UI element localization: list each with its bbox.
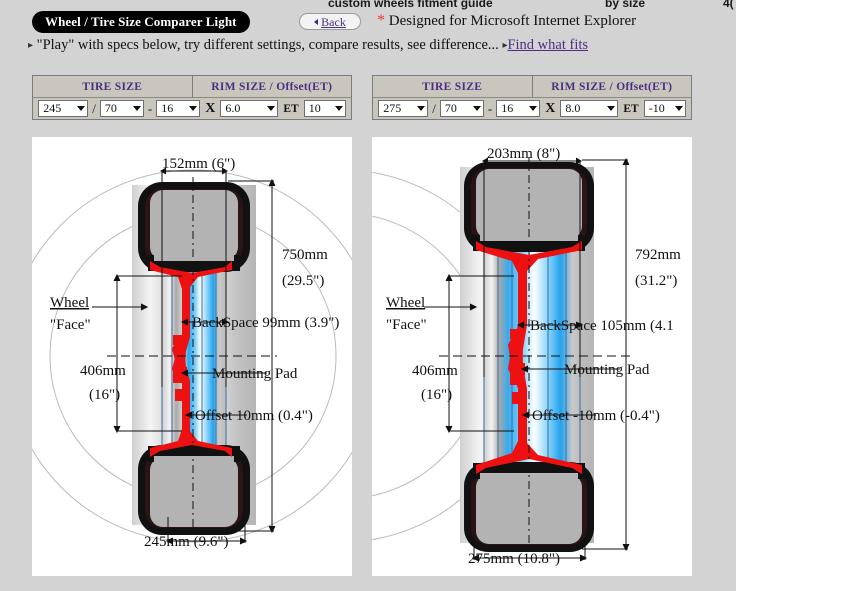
rim-width-value-left: 6.0 bbox=[225, 101, 241, 115]
mounting-pad-label-right: Mounting Pad bbox=[564, 362, 650, 378]
tire-aspect-value-right: 70 bbox=[444, 101, 457, 115]
rim-diameter-label-right-line2: (16") bbox=[421, 387, 452, 403]
mounting-pad-label-left: Mounting Pad bbox=[212, 366, 298, 382]
chevron-down-icon bbox=[674, 106, 683, 111]
tire-width-value-right: 275 bbox=[383, 101, 402, 115]
spec-table-left: TIRE SIZE RIM SIZE / Offset(ET) 245 / 70… bbox=[32, 75, 352, 120]
slash-separator: / bbox=[432, 100, 436, 116]
clipped-header-item-2: by size bbox=[605, 0, 646, 10]
chevron-down-icon bbox=[132, 106, 141, 111]
wheel-face-label-right-line2: "Face" bbox=[386, 317, 427, 333]
et-label: ET bbox=[623, 102, 639, 115]
tire-width-label-right: 275mm (10.8") bbox=[468, 551, 560, 567]
browser-note-text: Designed for Microsoft Internet Explorer bbox=[388, 13, 637, 29]
spec-left-rim-header: RIM SIZE / Offset(ET) bbox=[211, 80, 333, 93]
chevron-down-icon bbox=[267, 106, 276, 111]
overall-diameter-label-left-line1: 750mm bbox=[282, 247, 328, 263]
backspace-label-right: BackSpace 105mm (4.1 bbox=[530, 318, 674, 334]
tire-width-select-left[interactable]: 245 bbox=[38, 100, 89, 117]
bullet-arrow-icon: ▸ bbox=[28, 40, 34, 51]
chevron-down-icon bbox=[189, 106, 198, 111]
tire-width-value-left: 245 bbox=[43, 101, 62, 115]
instruction-text: "Play" with specs below, try different s… bbox=[36, 37, 499, 53]
find-what-fits-link[interactable]: Find what fits bbox=[507, 37, 588, 53]
tire-section-bottom bbox=[138, 445, 250, 535]
rim-diameter-label-right-line1: 406mm bbox=[412, 363, 458, 379]
wheel-cross-section-right: 203mm (8") 792mm (31.2") Wheel "Face" Ba… bbox=[372, 146, 681, 567]
chevron-down-icon bbox=[77, 106, 86, 111]
spec-left-header-row: TIRE SIZE RIM SIZE / Offset(ET) bbox=[33, 76, 351, 97]
offset-select-left[interactable]: 10 bbox=[303, 100, 346, 117]
et-label: ET bbox=[283, 102, 299, 115]
browser-note: * Designed for Microsoft Internet Explor… bbox=[377, 12, 636, 30]
spec-table-right: TIRE SIZE RIM SIZE / Offset(ET) 275 / 70… bbox=[372, 75, 692, 120]
offset-label-left: Offset 10mm (0.4") bbox=[195, 408, 313, 424]
spec-right-controls-row: 275 / 70 - 16 X 8.0 ET -10 bbox=[373, 97, 691, 119]
rim-width-select-right[interactable]: 8.0 bbox=[560, 100, 619, 117]
overall-diameter-label-right-line1: 792mm bbox=[635, 247, 681, 263]
title-row: Wheel / Tire Size Comparer Light Back * … bbox=[0, 12, 736, 36]
page-title: Wheel / Tire Size Comparer Light bbox=[33, 12, 249, 32]
tire-aspect-select-left[interactable]: 70 bbox=[99, 100, 144, 117]
back-button[interactable]: Back bbox=[299, 13, 361, 30]
wheel-face-label-left-line1: Wheel bbox=[50, 295, 89, 311]
tire-aspect-value-left: 70 bbox=[104, 101, 117, 115]
rim-diameter-label-left-line1: 406mm bbox=[80, 363, 126, 379]
rim-width-select-left[interactable]: 6.0 bbox=[220, 100, 279, 117]
dash-separator: - bbox=[487, 100, 493, 116]
wheel-face-label-left-line2: "Face" bbox=[50, 317, 91, 333]
rim-width-label-right: 203mm (8") bbox=[487, 146, 560, 162]
tire-section-top bbox=[138, 182, 250, 272]
tire-aspect-select-right[interactable]: 70 bbox=[439, 100, 484, 117]
spec-right-tire-header: TIRE SIZE bbox=[373, 76, 533, 97]
wheel-cross-section-left: 152mm (6") 750mm (29.5") Wheel "Face" Ba… bbox=[32, 156, 352, 550]
chevron-down-icon bbox=[417, 106, 426, 111]
page-root: custom wheels fitment guide by size 4( W… bbox=[0, 0, 736, 591]
rim-diameter-value-left: 16 bbox=[161, 101, 174, 115]
wheel-face-label-right-line1: Wheel bbox=[386, 295, 425, 311]
tire-width-label-left: 245mm (9.6") bbox=[144, 534, 228, 550]
spec-left-tire-header: TIRE SIZE bbox=[33, 76, 193, 97]
overall-diameter-label-right-line2: (31.2") bbox=[635, 273, 677, 289]
backspace-label-left: BackSpace 99mm (3.9") bbox=[192, 315, 339, 331]
diagram-panel-left: 152mm (6") 750mm (29.5") Wheel "Face" Ba… bbox=[32, 137, 352, 576]
chevron-down-icon bbox=[607, 106, 616, 111]
rim-diameter-select-left[interactable]: 16 bbox=[156, 100, 201, 117]
tire-width-select-right[interactable]: 275 bbox=[378, 100, 429, 117]
asterisk-icon: * bbox=[377, 12, 385, 29]
back-arrow-icon bbox=[314, 18, 319, 25]
offset-label-right: Offset -10mm (-0.4") bbox=[532, 408, 660, 424]
clipped-header-item-3: 4( bbox=[723, 0, 734, 10]
rim-width-label-left: 152mm (6") bbox=[162, 156, 235, 172]
x-separator: X bbox=[545, 100, 556, 116]
dash-separator: - bbox=[147, 100, 153, 116]
clipped-header-strip: custom wheels fitment guide by size 4( bbox=[0, 0, 736, 10]
clipped-header-item-1: custom wheels fitment guide bbox=[328, 0, 493, 10]
offset-select-right[interactable]: -10 bbox=[643, 100, 686, 117]
diagram-panel-right: 203mm (8") 792mm (31.2") Wheel "Face" Ba… bbox=[372, 137, 692, 576]
back-button-label: Back bbox=[321, 14, 346, 29]
rim-diameter-value-right: 16 bbox=[501, 101, 514, 115]
spec-right-header-row: TIRE SIZE RIM SIZE / Offset(ET) bbox=[373, 76, 691, 97]
instruction-line: ▸ "Play" with specs below, try different… bbox=[28, 36, 728, 55]
slash-separator: / bbox=[92, 100, 96, 116]
offset-value-left: 10 bbox=[308, 101, 321, 115]
rim-diameter-select-right[interactable]: 16 bbox=[496, 100, 541, 117]
chevron-down-icon bbox=[334, 106, 343, 111]
overall-diameter-label-left-line2: (29.5") bbox=[282, 273, 324, 289]
rim-diameter-label-left-line2: (16") bbox=[89, 387, 120, 403]
x-separator: X bbox=[205, 100, 216, 116]
spec-left-controls-row: 245 / 70 - 16 X 6.0 ET 10 bbox=[33, 97, 351, 119]
chevron-down-icon bbox=[529, 106, 538, 111]
offset-value-right: -10 bbox=[648, 101, 665, 115]
spec-right-rim-header: RIM SIZE / Offset(ET) bbox=[551, 80, 673, 93]
chevron-down-icon bbox=[472, 106, 481, 111]
rim-width-value-right: 8.0 bbox=[565, 101, 581, 115]
